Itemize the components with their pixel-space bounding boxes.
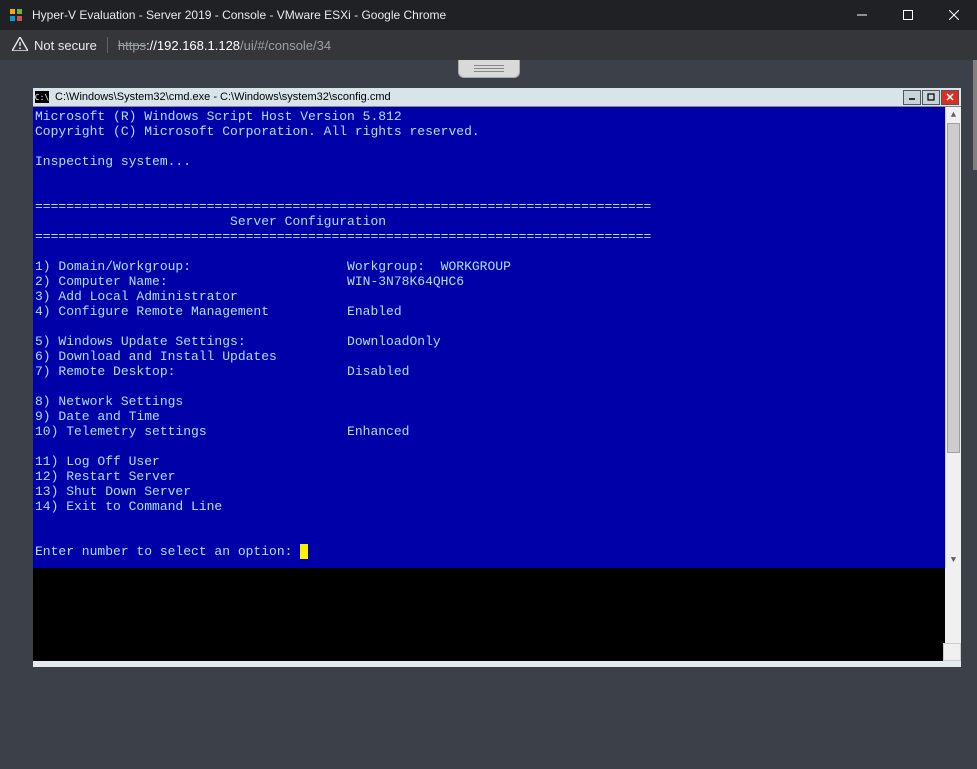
- cmd-icon: C:\: [35, 91, 49, 103]
- maximize-button[interactable]: [885, 0, 931, 30]
- browser-titlebar: Hyper-V Evaluation - Server 2019 - Conso…: [0, 0, 977, 30]
- scroll-down-icon[interactable]: ▼: [946, 552, 961, 568]
- scroll-up-icon[interactable]: ▲: [946, 107, 961, 123]
- console-bottom-border: [33, 661, 961, 667]
- cmd-minimize-button[interactable]: [903, 90, 921, 105]
- url[interactable]: https://192.168.1.128/ui/#/console/34: [118, 38, 331, 53]
- cmd-scrollbar[interactable]: ▲ ▼: [945, 107, 961, 568]
- console-black-area[interactable]: [33, 568, 961, 661]
- cmd-close-button[interactable]: [941, 90, 959, 105]
- vmware-favicon: [8, 7, 24, 23]
- browser-address-bar: Not secure https://192.168.1.128/ui/#/co…: [0, 30, 977, 60]
- console-viewport: C:\ C:\Windows\System32\cmd.exe - C:\Win…: [0, 60, 977, 769]
- console-toolbar-handle[interactable]: [458, 60, 520, 78]
- scroll-thumb[interactable]: [947, 123, 960, 453]
- not-secure-icon: [12, 37, 28, 54]
- cmd-title: C:\Windows\System32\cmd.exe - C:\Windows…: [55, 91, 903, 103]
- cmd-maximize-button[interactable]: [922, 90, 940, 105]
- cmd-content[interactable]: Microsoft (R) Windows Script Host Versio…: [33, 107, 945, 568]
- cmd-window: C:\ C:\Windows\System32\cmd.exe - C:\Win…: [33, 88, 961, 568]
- divider: [107, 37, 108, 53]
- security-label[interactable]: Not secure: [34, 38, 97, 53]
- browser-title: Hyper-V Evaluation - Server 2019 - Conso…: [32, 8, 839, 22]
- scroll-track[interactable]: [946, 123, 961, 552]
- vm-console[interactable]: C:\ C:\Windows\System32\cmd.exe - C:\Win…: [33, 88, 961, 667]
- minimize-button[interactable]: [839, 0, 885, 30]
- cmd-titlebar[interactable]: C:\ C:\Windows\System32\cmd.exe - C:\Win…: [33, 88, 961, 107]
- close-button[interactable]: [931, 0, 977, 30]
